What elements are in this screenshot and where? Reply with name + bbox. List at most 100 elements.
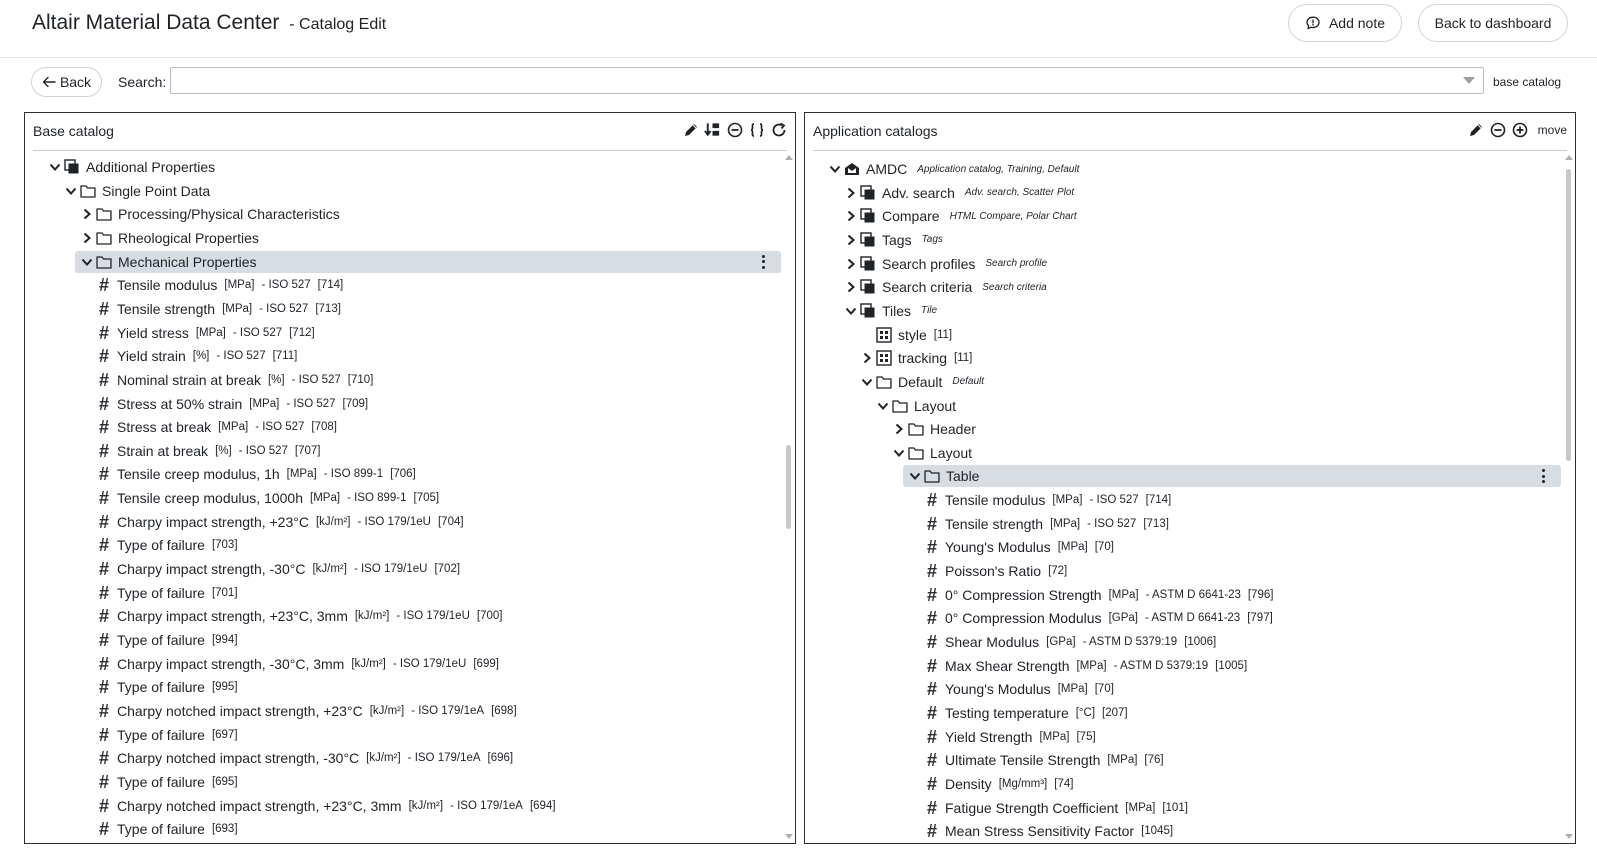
- chevron-right-icon[interactable]: [843, 279, 859, 295]
- chevron-down-icon[interactable]: [891, 445, 907, 461]
- tree-node[interactable]: Compare HTML Compare, Polar Chart: [805, 205, 1561, 227]
- scroll-thumb[interactable]: [1566, 169, 1571, 461]
- property-row[interactable]: # Young's Modulus [MPa] [70]: [805, 536, 1561, 558]
- pencil-icon[interactable]: [1468, 121, 1485, 139]
- tree-node[interactable]: Processing/Physical Characteristics: [25, 203, 781, 225]
- chevron-down-icon[interactable]: [827, 161, 843, 177]
- move-button[interactable]: move: [1534, 123, 1567, 137]
- property-row[interactable]: # Fatigue Strength Coefficient [MPa] [101]: [805, 797, 1561, 819]
- chevron-down-icon[interactable]: [875, 398, 891, 414]
- property-row[interactable]: # Charpy notched impact strength, +23°C, …: [25, 795, 781, 817]
- chevron-down-icon[interactable]: [63, 183, 79, 199]
- tree-node[interactable]: Single Point Data: [25, 180, 781, 202]
- chevron-right-icon[interactable]: [79, 230, 95, 246]
- scroll-thumb[interactable]: [786, 445, 791, 529]
- property-row[interactable]: # Charpy impact strength, -30°C [kJ/m²] - I…: [25, 558, 781, 580]
- chevron-down-icon[interactable]: [843, 303, 859, 319]
- tree-node[interactable]: AMDC Application catalog, Training, Defau…: [805, 158, 1561, 180]
- scroll-up-icon[interactable]: [1565, 155, 1573, 160]
- property-row[interactable]: # Type of failure [695]: [25, 771, 781, 793]
- property-row[interactable]: # Tensile strength [MPa] - ISO 527 [713]: [25, 298, 781, 320]
- property-row[interactable]: #0° Compression Modulus [GPa] - ASTM D 664…: [805, 607, 1561, 629]
- property-row[interactable]: # Tensile strength [MPa] - ISO 527 [713]: [805, 513, 1561, 535]
- back-to-dashboard-button[interactable]: Back to dashboard: [1418, 4, 1568, 42]
- property-row[interactable]: # Ultimate Tensile Strength [MPa] [76]: [805, 749, 1561, 771]
- chevron-right-icon[interactable]: [891, 421, 907, 437]
- collapse-all-icon[interactable]: [726, 121, 743, 139]
- property-row[interactable]: # Charpy impact strength, +23°C [kJ/m²] - I…: [25, 511, 781, 533]
- tree-node[interactable]: style [11]: [805, 324, 1561, 346]
- tree-node[interactable]: tracking [11]: [805, 347, 1561, 369]
- property-row[interactable]: # Charpy impact strength, +23°C, 3mm [kJ/m…: [25, 605, 781, 627]
- property-row[interactable]: # Tensile creep modulus, 1h [MPa] - ISO 899…: [25, 463, 781, 485]
- property-row[interactable]: # Yield strain [%] - ISO 527 [711]: [25, 345, 781, 367]
- tree-node[interactable]: Layout: [805, 442, 1561, 464]
- property-row[interactable]: # Tensile modulus [MPa] - ISO 527 [714]: [805, 489, 1561, 511]
- pencil-icon[interactable]: [682, 121, 699, 139]
- scroll-down-icon[interactable]: [1565, 834, 1573, 839]
- property-row[interactable]: # Type of failure [703]: [25, 534, 781, 556]
- tree-node[interactable]: Search profiles Search profile: [805, 253, 1561, 275]
- tree-node[interactable]: Default Default: [805, 371, 1561, 393]
- more-options-icon[interactable]: [759, 254, 767, 270]
- property-row[interactable]: # Strain at break [%] - ISO 527 [707]: [25, 440, 781, 462]
- chevron-right-icon[interactable]: [859, 350, 875, 366]
- scroll-down-icon[interactable]: [785, 834, 793, 839]
- tree-node[interactable]: Mechanical Properties: [75, 250, 781, 273]
- tree-node[interactable]: Rheological Properties: [25, 227, 781, 249]
- more-options-icon[interactable]: [1539, 468, 1547, 484]
- property-row[interactable]: # Yield Strength [MPa] [75]: [805, 726, 1561, 748]
- search-combobox[interactable]: [170, 67, 1484, 94]
- tree-node[interactable]: Additional Properties: [25, 156, 781, 178]
- property-row[interactable]: # Young's Modulus [MPa] [70]: [805, 678, 1561, 700]
- add-note-button[interactable]: Add note: [1288, 4, 1402, 42]
- property-row[interactable]: # Charpy notched impact strength, +23°C [k…: [25, 700, 781, 722]
- chevron-right-icon[interactable]: [79, 206, 95, 222]
- chevron-right-icon[interactable]: [843, 208, 859, 224]
- property-row[interactable]: # Poisson's Ratio [72]: [805, 560, 1561, 582]
- property-row[interactable]: # Stress at break [MPa] - ISO 527 [708]: [25, 416, 781, 438]
- property-row[interactable]: # Type of failure [994]: [25, 629, 781, 651]
- property-row[interactable]: #0° Compression Strength [MPa] - ASTM D 66…: [805, 584, 1561, 606]
- chevron-right-icon[interactable]: [843, 256, 859, 272]
- chevron-down-icon[interactable]: [47, 159, 63, 175]
- property-row[interactable]: # Tensile modulus [MPa] - ISO 527 [714]: [25, 274, 781, 296]
- sort-icon[interactable]: [704, 121, 721, 139]
- property-row[interactable]: # Nominal strain at break [%] - ISO 527 [710…: [25, 369, 781, 391]
- property-row[interactable]: # Stress at 50% strain [MPa] - ISO 527 [709]: [25, 393, 781, 415]
- chevron-down-icon[interactable]: [907, 468, 923, 484]
- tree-node[interactable]: Header: [805, 418, 1561, 440]
- property-row[interactable]: # Type of failure [995]: [25, 676, 781, 698]
- chevron-down-icon[interactable]: [859, 374, 875, 390]
- property-row[interactable]: # Tensile creep modulus, 1000h [MPa] - ISO …: [25, 487, 781, 509]
- search-input[interactable]: [171, 68, 1461, 93]
- property-row[interactable]: # Testing temperature [°C] [207]: [805, 702, 1561, 724]
- scrollbar[interactable]: [1565, 155, 1573, 839]
- chevron-right-icon[interactable]: [843, 185, 859, 201]
- property-row[interactable]: # Max Shear Strength [MPa] - ASTM D 5379:19…: [805, 655, 1561, 677]
- property-row[interactable]: # Yield stress [MPa] - ISO 527 [712]: [25, 322, 781, 344]
- chevron-down-icon[interactable]: [79, 254, 95, 270]
- property-row[interactable]: # Shear Modulus [GPa] - ASTM D 5379:19 [1006…: [805, 631, 1561, 653]
- scrollbar[interactable]: [785, 155, 793, 839]
- property-row[interactable]: # Charpy notched impact strength, -30°C [k…: [25, 747, 781, 769]
- scroll-up-icon[interactable]: [785, 155, 793, 160]
- property-row[interactable]: # Type of failure [697]: [25, 724, 781, 746]
- tree-node[interactable]: Tags Tags: [805, 229, 1561, 251]
- property-row[interactable]: # Density [Mg/mm³] [74]: [805, 773, 1561, 795]
- collapse-all-icon[interactable]: [1490, 121, 1507, 139]
- back-button[interactable]: Back: [31, 67, 102, 97]
- property-row[interactable]: # Type of failure [701]: [25, 582, 781, 604]
- expand-all-icon[interactable]: [1512, 121, 1529, 139]
- braces-icon[interactable]: [748, 121, 765, 139]
- refresh-icon[interactable]: [770, 121, 787, 139]
- property-row[interactable]: # Charpy impact strength, -30°C, 3mm [kJ/m…: [25, 653, 781, 675]
- tree-node[interactable]: Adv. search Adv. search, Scatter Plot: [805, 182, 1561, 204]
- tree-node[interactable]: Tiles Tile: [805, 300, 1561, 322]
- tree-node[interactable]: Search criteria Search criteria: [805, 276, 1561, 298]
- chevron-right-icon[interactable]: [843, 232, 859, 248]
- dropdown-caret-icon[interactable]: [1463, 77, 1475, 84]
- property-row[interactable]: # Mean Stress Sensitivity Factor [1045]: [805, 820, 1561, 842]
- tree-node[interactable]: Table: [903, 465, 1561, 488]
- property-row[interactable]: # Type of failure [693]: [25, 818, 781, 840]
